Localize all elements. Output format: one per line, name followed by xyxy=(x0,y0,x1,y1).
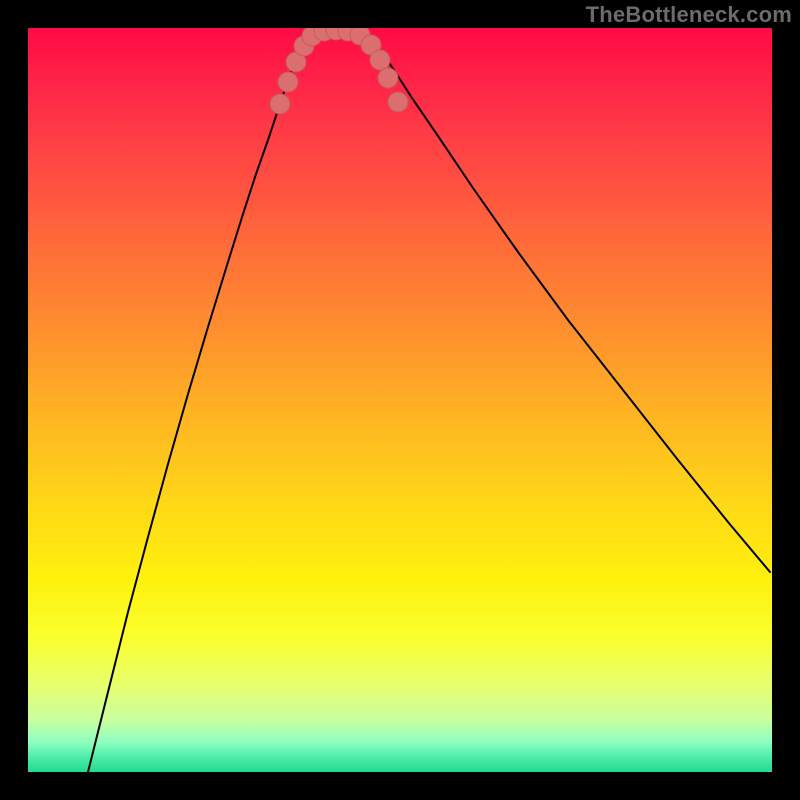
plot-area xyxy=(28,28,772,772)
curve-left-arm xyxy=(88,32,318,772)
chart-frame: TheBottleneck.com xyxy=(0,0,800,800)
highlight-dot xyxy=(278,72,298,92)
watermark-text: TheBottleneck.com xyxy=(586,2,792,28)
curve-right-arm xyxy=(358,32,770,572)
curve-layer xyxy=(88,29,770,772)
highlight-dot xyxy=(270,94,290,114)
curves-svg xyxy=(28,28,772,772)
highlight-dot xyxy=(378,68,398,88)
dot-layer xyxy=(270,28,408,114)
highlight-dot xyxy=(370,50,390,70)
highlight-dot xyxy=(388,92,408,112)
